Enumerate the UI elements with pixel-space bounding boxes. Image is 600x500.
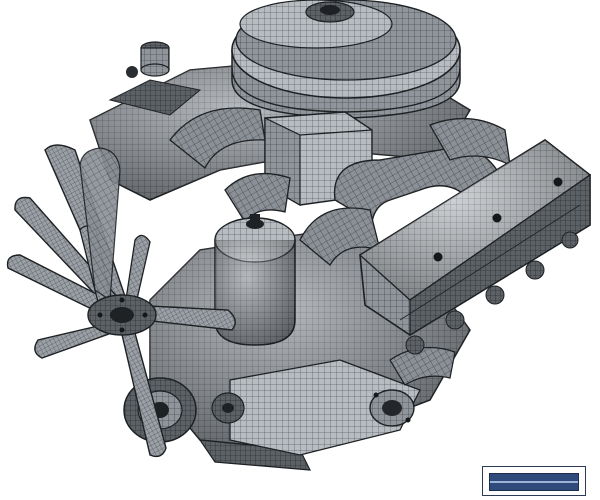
exhaust-flange [369, 389, 415, 427]
fan-hub [87, 294, 157, 336]
watermark-stripe [490, 481, 578, 483]
engine-illustration [6, 0, 592, 471]
oil-filler-cap [126, 41, 170, 78]
watermark-logo [489, 473, 579, 491]
watermark-badge [482, 466, 586, 496]
engine-render-view [0, 0, 600, 500]
idler-pulley [211, 392, 245, 424]
air-filter-housing [231, 0, 461, 119]
